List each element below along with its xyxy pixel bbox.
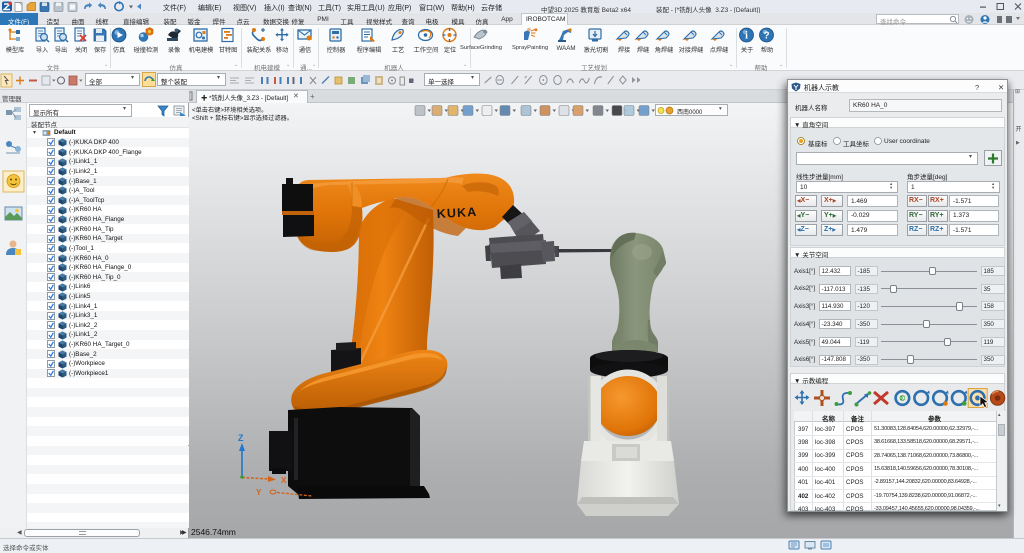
svg-text:?: ? bbox=[763, 31, 769, 42]
svg-text:Z: Z bbox=[238, 433, 244, 443]
svg-text:KUKA: KUKA bbox=[436, 205, 477, 221]
svg-text:X: X bbox=[281, 476, 287, 485]
svg-text:i: i bbox=[745, 31, 748, 42]
svg-text:Y: Y bbox=[256, 488, 262, 497]
